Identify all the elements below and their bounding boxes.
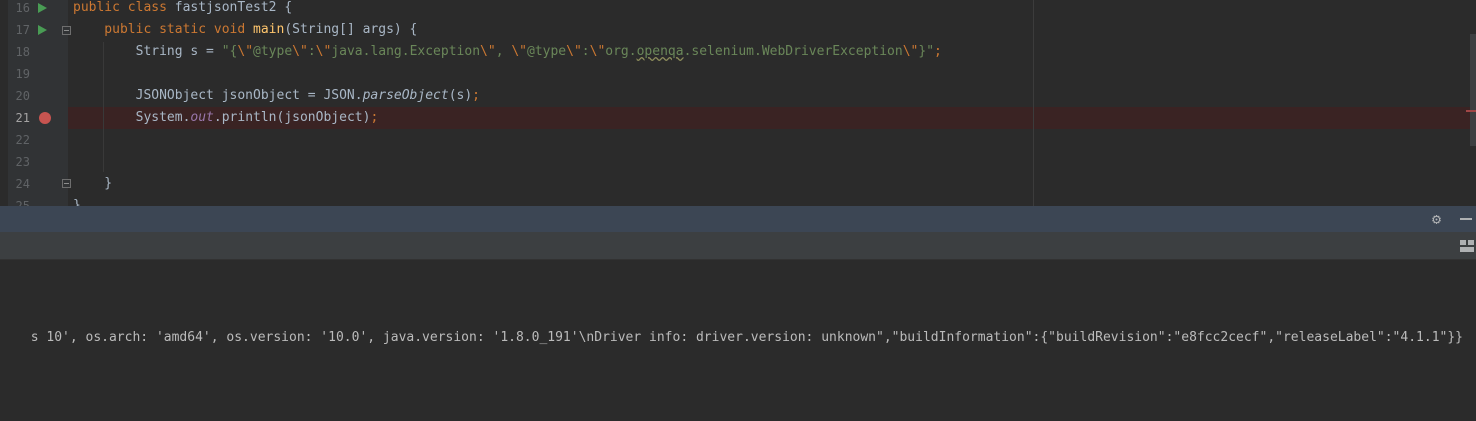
line-number[interactable]: 24 [8,173,30,195]
code-token: \" [902,44,919,59]
minimize-icon[interactable] [1458,211,1474,227]
code-token: \" [511,44,527,59]
code-line[interactable] [73,151,1476,173]
line-number[interactable]: 23 [8,151,30,173]
line-number[interactable]: 16 [8,0,30,19]
console-output-line: s 10', os.arch: 'amd64', os.version: '10… [30,330,1463,345]
code-token: \" [292,44,308,59]
code-token: main [253,22,285,37]
code-area[interactable]: public class fastjsonTest2 { public stat… [73,0,1476,206]
code-token: openqa [636,44,684,59]
gutter-strip [0,0,8,206]
code-token: .selenium.WebDriverException [683,44,903,59]
code-token: public class [73,0,175,15]
line-number[interactable]: 20 [8,85,30,107]
code-line[interactable]: JSONObject jsonObject = JSON.parseObject… [73,85,1476,107]
code-token: .println(jsonObject) [213,110,371,125]
code-line[interactable]: } [73,195,1476,206]
code-token: @type [253,44,293,59]
code-token: System. [73,110,191,125]
line-number[interactable]: 17 [8,19,30,41]
code-line[interactable]: System.out.println(jsonObject); [73,107,1476,129]
console-output[interactable]: s 10', os.arch: 'amd64', os.version: '10… [0,260,1476,421]
code-line[interactable] [73,63,1476,85]
code-token: fastjsonTest2 { [174,0,293,15]
code-token: java.lang.Exception [331,44,481,59]
code-token: (String[] args) { [284,22,418,37]
error-stripe-mark[interactable] [1466,110,1476,112]
fold-icon[interactable] [62,179,71,188]
run-main-icon[interactable] [38,25,47,35]
code-token: String s = [73,44,222,59]
code-line[interactable]: public static void main(String[] args) { [73,19,1476,41]
code-token: ; [472,88,480,103]
line-number[interactable]: 21 [8,107,30,129]
code-token: : [581,44,590,59]
code-token: \" [237,44,254,59]
fold-icon[interactable] [62,26,71,35]
code-token: , [495,44,512,59]
code-editor[interactable]: 16 17 18 19 20 21 22 23 24 25 public class fastjs… [0,0,1476,206]
code-token: parseObject [362,88,449,103]
code-token: public static void [73,22,254,37]
code-line[interactable] [73,129,1476,151]
code-token: : [307,44,316,59]
layout-icon[interactable] [1460,240,1474,252]
editor-scrollbar-thumb[interactable] [1470,34,1476,146]
code-token: "{ [221,44,238,59]
code-token: org. [605,44,637,59]
code-token: }" [918,44,935,59]
code-token: } [73,176,113,191]
code-line[interactable]: String s = "{\"@type\":\"java.lang.Excep… [73,41,1476,63]
line-number[interactable]: 22 [8,129,30,151]
code-token: ; [370,110,379,125]
run-tool-window-header: ⚙ [0,206,1476,232]
code-line[interactable]: } [73,173,1476,195]
code-token: \" [315,44,332,59]
code-token: (s) [448,88,473,103]
code-token: \" [480,44,496,59]
editor-scrollbar[interactable] [1470,0,1476,206]
line-number[interactable]: 25 [8,195,30,206]
breakpoint-icon[interactable] [39,112,51,124]
line-number[interactable]: 18 [8,41,30,63]
run-tool-window-toolbar [0,232,1476,260]
code-token: JSONObject jsonObject = JSON. [73,88,363,103]
gear-icon[interactable]: ⚙ [1432,211,1441,227]
line-number[interactable]: 19 [8,63,30,85]
run-class-icon[interactable] [38,3,47,13]
code-token: \" [589,44,606,59]
code-line[interactable]: public class fastjsonTest2 { [73,0,1476,19]
code-token: ; [934,44,942,59]
code-token: @type [527,44,567,59]
code-token: out [190,110,214,125]
code-token: } [73,198,81,206]
code-token: \" [566,44,582,59]
